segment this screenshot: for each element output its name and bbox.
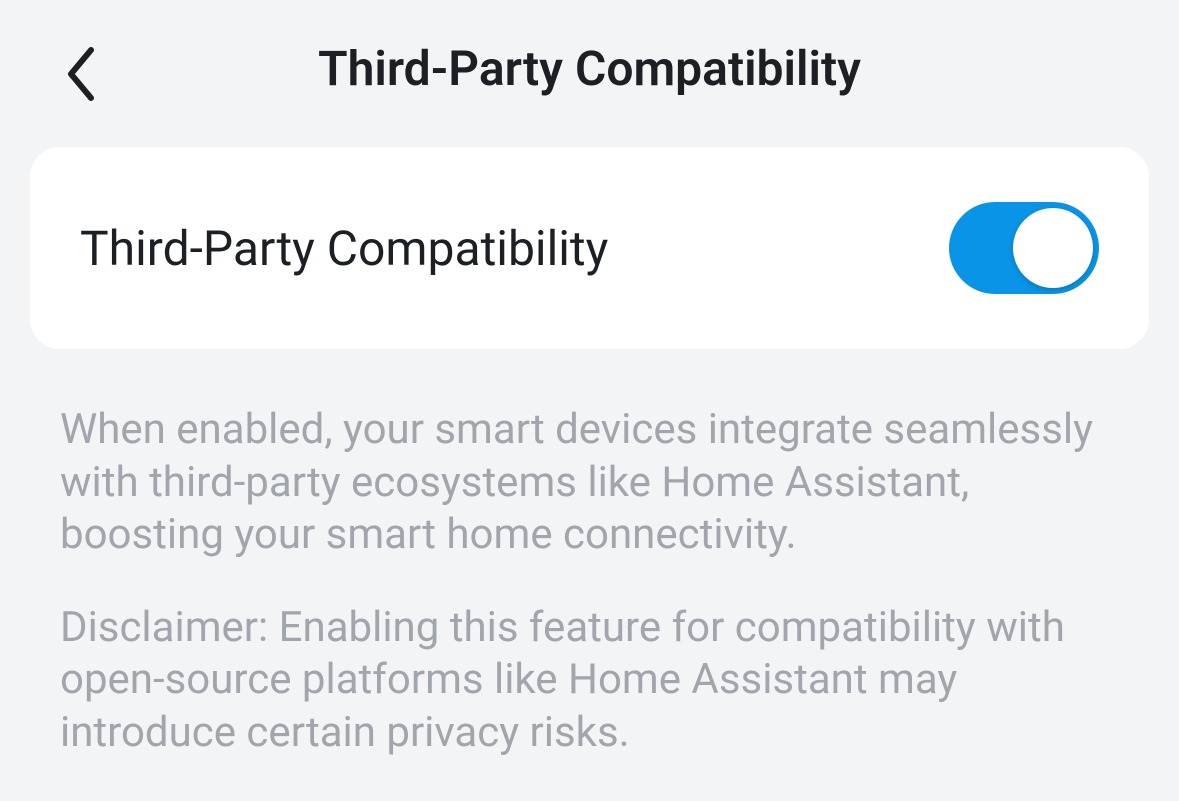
- toggle-knob: [1013, 208, 1093, 288]
- page-title: Third-Party Compatibility: [60, 40, 1119, 97]
- setting-label: Third-Party Compatibility: [80, 220, 608, 277]
- setting-row: Third-Party Compatibility: [30, 147, 1149, 349]
- description-block: When enabled, your smart devices integra…: [60, 404, 1119, 759]
- back-button[interactable]: [60, 41, 100, 107]
- third-party-compatibility-toggle[interactable]: [949, 202, 1099, 294]
- description-paragraph-1: When enabled, your smart devices integra…: [60, 404, 1119, 562]
- chevron-left-icon: [65, 46, 95, 102]
- header: Third-Party Compatibility: [0, 0, 1179, 147]
- description-paragraph-2: Disclaimer: Enabling this feature for co…: [60, 602, 1119, 760]
